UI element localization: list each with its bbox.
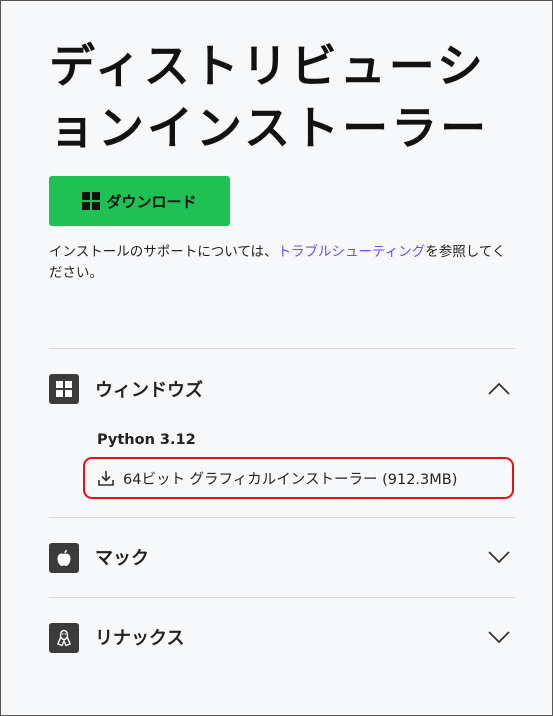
divider	[49, 597, 515, 598]
installer-download-link[interactable]: 64ビット グラフィカルインストーラー (912.3MB)	[83, 457, 514, 499]
chevron-up-icon[interactable]	[487, 382, 511, 396]
support-text-before: インストールのサポートについては、	[49, 244, 278, 260]
page-title: ディストリビューシ ョンインストーラー	[49, 35, 519, 159]
windows-icon	[56, 381, 72, 397]
python-version: Python 3.12	[97, 432, 196, 448]
section-label-mac[interactable]: マック	[95, 544, 149, 570]
download-icon	[98, 471, 114, 486]
page-title-line-1: ディストリビューシ	[49, 39, 486, 93]
windows-section-icon	[49, 374, 79, 404]
troubleshooting-link[interactable]: トラブルシューティング	[278, 244, 426, 260]
download-button-label: ダウンロード	[106, 192, 197, 211]
support-text: インストールのサポートについては、トラブルシューティングを参照してください。	[49, 242, 511, 284]
installer-panel: ディストリビューシ ョンインストーラー ダウンロード インストールのサポートにつ…	[0, 0, 553, 716]
chevron-down-icon[interactable]	[487, 630, 511, 644]
mac-section-icon	[49, 543, 79, 573]
section-label-windows[interactable]: ウィンドウズ	[95, 376, 203, 402]
windows-icon	[82, 192, 101, 210]
linux-icon	[57, 629, 71, 647]
page-title-line-2: ョンインストーラー	[49, 101, 490, 155]
chevron-down-icon[interactable]	[487, 550, 511, 564]
linux-section-icon	[49, 623, 79, 653]
apple-icon	[57, 549, 71, 566]
section-label-linux[interactable]: リナックス	[95, 624, 184, 650]
divider	[49, 517, 515, 518]
divider	[49, 348, 515, 349]
installer-label: 64ビット グラフィカルインストーラー (912.3MB)	[123, 471, 458, 488]
download-button[interactable]: ダウンロード	[49, 176, 230, 226]
